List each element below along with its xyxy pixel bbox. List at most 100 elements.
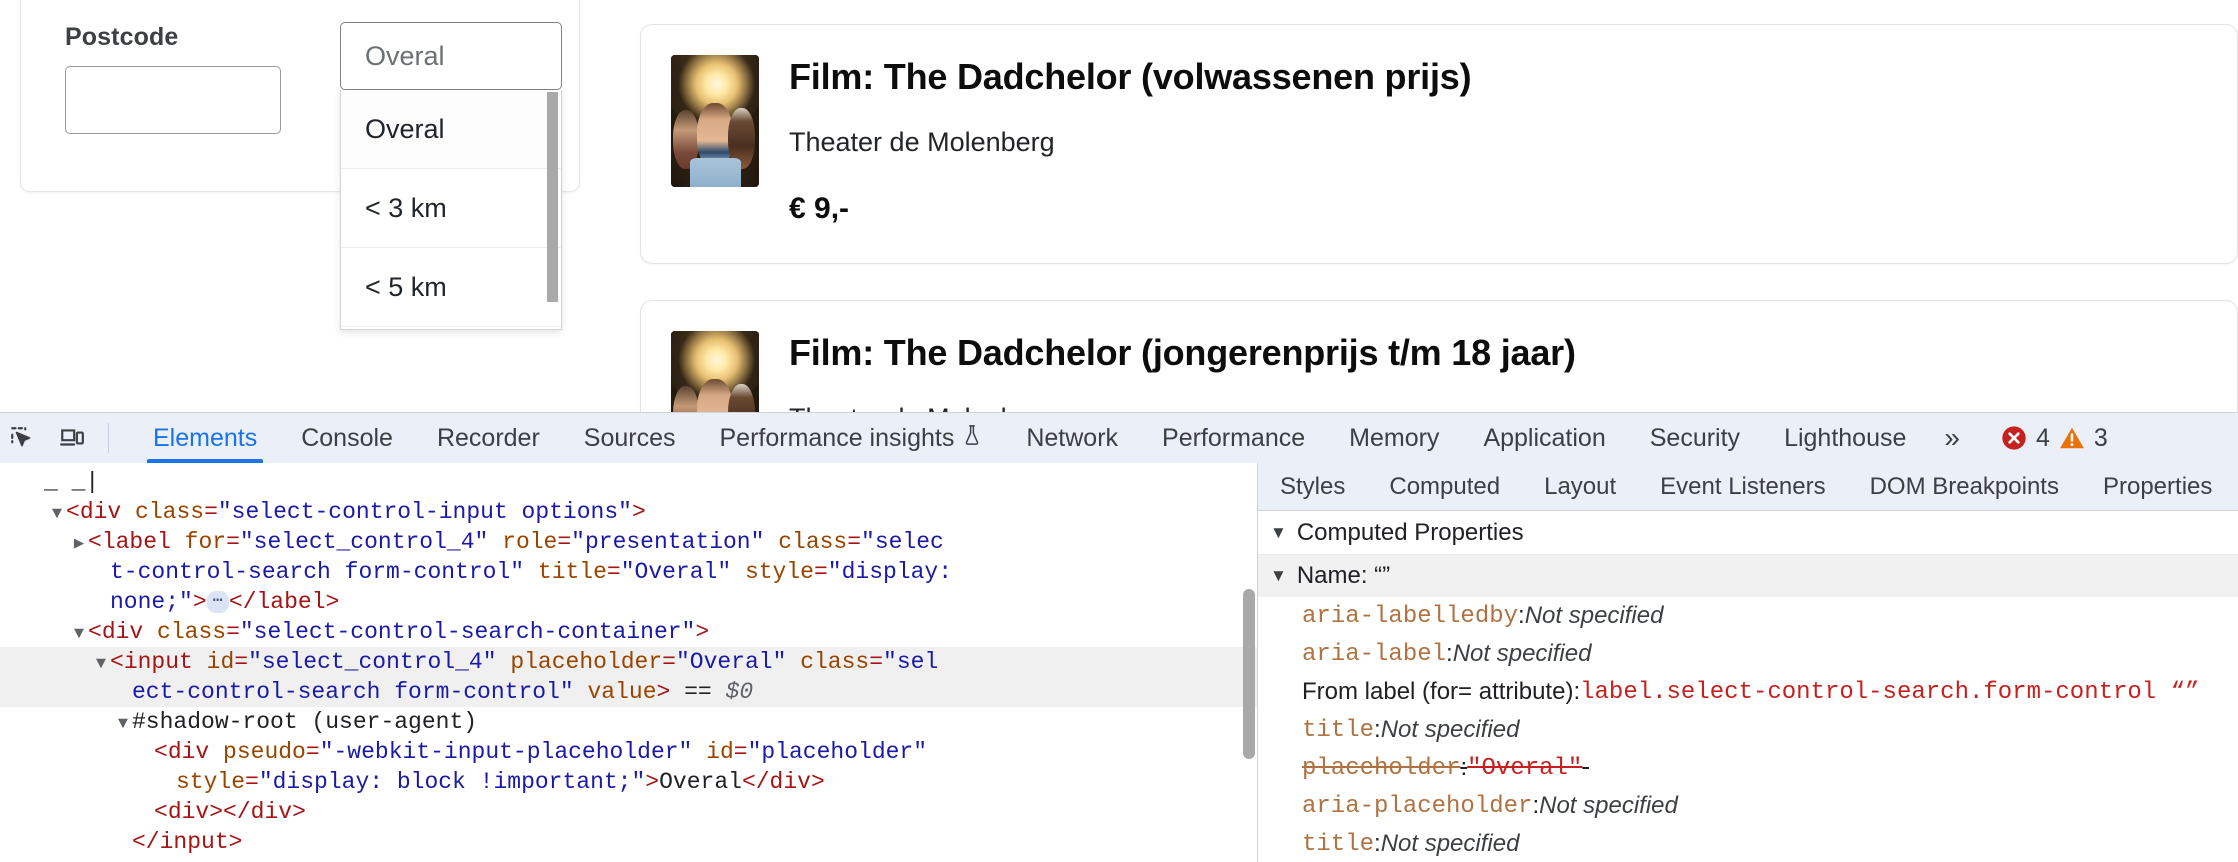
more-tabs-button[interactable]: » bbox=[1928, 422, 1974, 454]
accessibility-name-row[interactable]: ▼ Name: “” bbox=[1258, 555, 2238, 597]
tab-memory[interactable]: Memory bbox=[1327, 413, 1461, 463]
dom-tree-line[interactable]: </input> bbox=[0, 827, 1257, 857]
computed-properties-section-header[interactable]: ▼ Computed Properties bbox=[1258, 511, 2238, 555]
warning-icon bbox=[2058, 424, 2086, 452]
option-overal[interactable]: Overal bbox=[341, 90, 561, 169]
dom-tree-line[interactable]: ect-control-search form-control" value> … bbox=[0, 677, 1257, 707]
property-key: placeholder bbox=[1302, 754, 1461, 782]
dom-tree-line[interactable]: ▶ <label for="select_control_4" role="pre… bbox=[0, 527, 1257, 557]
accessibility-property-row: placeholder: "Overal" bbox=[1258, 749, 2238, 787]
devtools-tabbar: Elements Console Recorder Sources Perfor… bbox=[0, 413, 2238, 463]
dom-tree-line[interactable]: ⋯ bbox=[0, 857, 1257, 862]
property-separator: : bbox=[1518, 602, 1525, 629]
sidebar-tab-layout[interactable]: Layout bbox=[1522, 463, 1638, 510]
property-value: Not specified bbox=[1539, 792, 1678, 819]
property-separator: : bbox=[1460, 754, 1468, 781]
event-result-card[interactable]: Film: The Dadchelor (volwassenen prijs) … bbox=[640, 24, 2238, 264]
dom-tree-line[interactable]: ▼ <input id="select_control_4" placeholde… bbox=[0, 647, 1257, 677]
sidebar-tab-dom-breakpoints[interactable]: DOM Breakpoints bbox=[1848, 463, 2081, 510]
expand-twirl-icon[interactable]: ▼ bbox=[48, 500, 66, 530]
dom-tree-line[interactable]: _ _| bbox=[0, 467, 1257, 497]
expand-twirl-icon[interactable]: ▼ bbox=[92, 650, 110, 680]
afstand-options-list[interactable]: Overal < 3 km < 5 km bbox=[340, 90, 562, 330]
dom-tree-line[interactable]: <div></div> bbox=[0, 797, 1257, 827]
event-result-card[interactable]: Film: The Dadchelor (jongerenprijs t/m 1… bbox=[640, 300, 2238, 420]
tab-application[interactable]: Application bbox=[1461, 413, 1627, 463]
elements-sidebar-pane: Styles Computed Layout Event Listeners D… bbox=[1258, 463, 2238, 862]
property-value: Not specified bbox=[1524, 602, 1664, 629]
options-scrollbar-thumb[interactable] bbox=[547, 92, 558, 302]
sidebar-tab-properties[interactable]: Properties bbox=[2081, 463, 2234, 510]
property-key: aria-label bbox=[1302, 640, 1447, 668]
afstand-select-control[interactable]: Overal Overal < 3 km < 5 km bbox=[340, 22, 562, 330]
dom-tree-line[interactable]: t-control-search form-control" title="Ov… bbox=[0, 557, 1257, 587]
web-page-content: Postcode Afstand Overal Overal < 3 km < … bbox=[0, 0, 2238, 420]
property-separator: : bbox=[1573, 678, 1581, 705]
error-count: 4 bbox=[2035, 423, 2050, 452]
tab-performance-insights[interactable]: Performance insights bbox=[698, 413, 1005, 463]
devtools-issue-counters[interactable]: 4 3 bbox=[2000, 424, 2108, 453]
property-separator: : bbox=[1374, 830, 1381, 857]
warning-count: 3 bbox=[2093, 423, 2108, 452]
chevron-down-icon: ▼ bbox=[1270, 522, 1287, 542]
expand-twirl-icon[interactable]: ▼ bbox=[114, 710, 132, 740]
tab-security[interactable]: Security bbox=[1628, 413, 1762, 463]
sidebar-tab-event-listeners[interactable]: Event Listeners bbox=[1638, 463, 1847, 510]
device-toolbar-icon[interactable] bbox=[54, 420, 90, 456]
error-icon bbox=[2000, 424, 2028, 452]
event-poster-image bbox=[671, 331, 759, 420]
property-key: From label (for= attribute) bbox=[1302, 678, 1574, 705]
dom-tree-line[interactable]: <div pseudo="-webkit-input-placeholder" … bbox=[0, 737, 1257, 767]
event-price: € 9,- bbox=[789, 192, 850, 226]
property-value: Not specified bbox=[1380, 716, 1520, 743]
sidebar-tab-computed[interactable]: Computed bbox=[1367, 463, 1522, 510]
property-separator: : bbox=[1374, 716, 1381, 743]
option-lt-5km[interactable]: < 5 km bbox=[341, 248, 561, 327]
tab-elements[interactable]: Elements bbox=[131, 413, 279, 463]
dom-tree-scrollbar[interactable] bbox=[1243, 589, 1255, 759]
event-title: Film: The Dadchelor (jongerenprijs t/m 1… bbox=[789, 332, 1576, 373]
tab-sources[interactable]: Sources bbox=[562, 413, 698, 463]
property-value: Not specified bbox=[1452, 640, 1592, 667]
property-value: "Overal" bbox=[1467, 754, 1583, 782]
tab-recorder[interactable]: Recorder bbox=[415, 413, 562, 463]
tab-network[interactable]: Network bbox=[1004, 413, 1140, 463]
toolbar-divider bbox=[108, 423, 109, 453]
tab-performance[interactable]: Performance bbox=[1140, 413, 1327, 463]
devtools-tab-list: Elements Console Recorder Sources Perfor… bbox=[131, 413, 1974, 463]
options-scrollbar[interactable] bbox=[547, 90, 558, 329]
property-value: label.select-control-search.form-control… bbox=[1580, 678, 2200, 706]
property-separator: : bbox=[1446, 640, 1453, 667]
accessibility-property-row: aria-labelledby: Not specified bbox=[1258, 597, 2238, 635]
dom-tree-line[interactable]: ▼ #shadow-root (user-agent) bbox=[0, 707, 1257, 737]
chevron-down-icon: ▼ bbox=[1270, 566, 1287, 585]
property-key: aria-placeholder bbox=[1302, 792, 1533, 820]
dom-tree-line[interactable]: ▼ <div class="select-control-input option… bbox=[0, 497, 1257, 527]
dom-tree-line[interactable]: style="display: block !important;">Overa… bbox=[0, 767, 1257, 797]
devtools-panel: Elements Console Recorder Sources Perfor… bbox=[0, 412, 2238, 862]
tab-lighthouse[interactable]: Lighthouse bbox=[1762, 413, 1928, 463]
accessibility-property-list: aria-labelledby: Not specified aria-label… bbox=[1258, 597, 2238, 862]
dom-tree-pane[interactable]: _ _| ▼ <div class="select-control-input op… bbox=[0, 463, 1258, 862]
accessibility-property-row: aria-placeholder: Not specified bbox=[1258, 787, 2238, 825]
expand-children-button[interactable]: ⋯ bbox=[206, 591, 229, 613]
property-value: Not specified bbox=[1380, 830, 1520, 857]
afstand-select-input[interactable]: Overal bbox=[340, 22, 562, 90]
devtools-tool-icons bbox=[0, 420, 131, 456]
inspect-element-icon[interactable] bbox=[4, 420, 40, 456]
property-separator: : bbox=[1532, 792, 1540, 819]
accessibility-property-row: aria-label: Not specified bbox=[1258, 635, 2238, 673]
computed-properties-title: Computed Properties bbox=[1296, 518, 1524, 546]
dom-tree-line[interactable]: ▼ <div class="select-control-search-conta… bbox=[0, 617, 1257, 647]
dom-tree-line[interactable]: none;"> ⋯ </label> bbox=[0, 587, 1257, 617]
sidebar-tab-list: Styles Computed Layout Event Listeners D… bbox=[1258, 463, 2238, 511]
accessibility-name-value: Name: “” bbox=[1296, 562, 1391, 589]
expand-twirl-icon[interactable]: ▼ bbox=[70, 620, 88, 650]
tab-console[interactable]: Console bbox=[279, 413, 415, 463]
option-lt-3km[interactable]: < 3 km bbox=[341, 169, 561, 248]
postcode-input[interactable] bbox=[65, 66, 281, 134]
collapse-twirl-icon[interactable]: ▶ bbox=[70, 530, 88, 560]
postcode-label: Postcode bbox=[65, 23, 179, 51]
event-title: Film: The Dadchelor (volwassenen prijs) bbox=[789, 56, 1472, 97]
sidebar-tab-styles[interactable]: Styles bbox=[1258, 463, 1367, 510]
